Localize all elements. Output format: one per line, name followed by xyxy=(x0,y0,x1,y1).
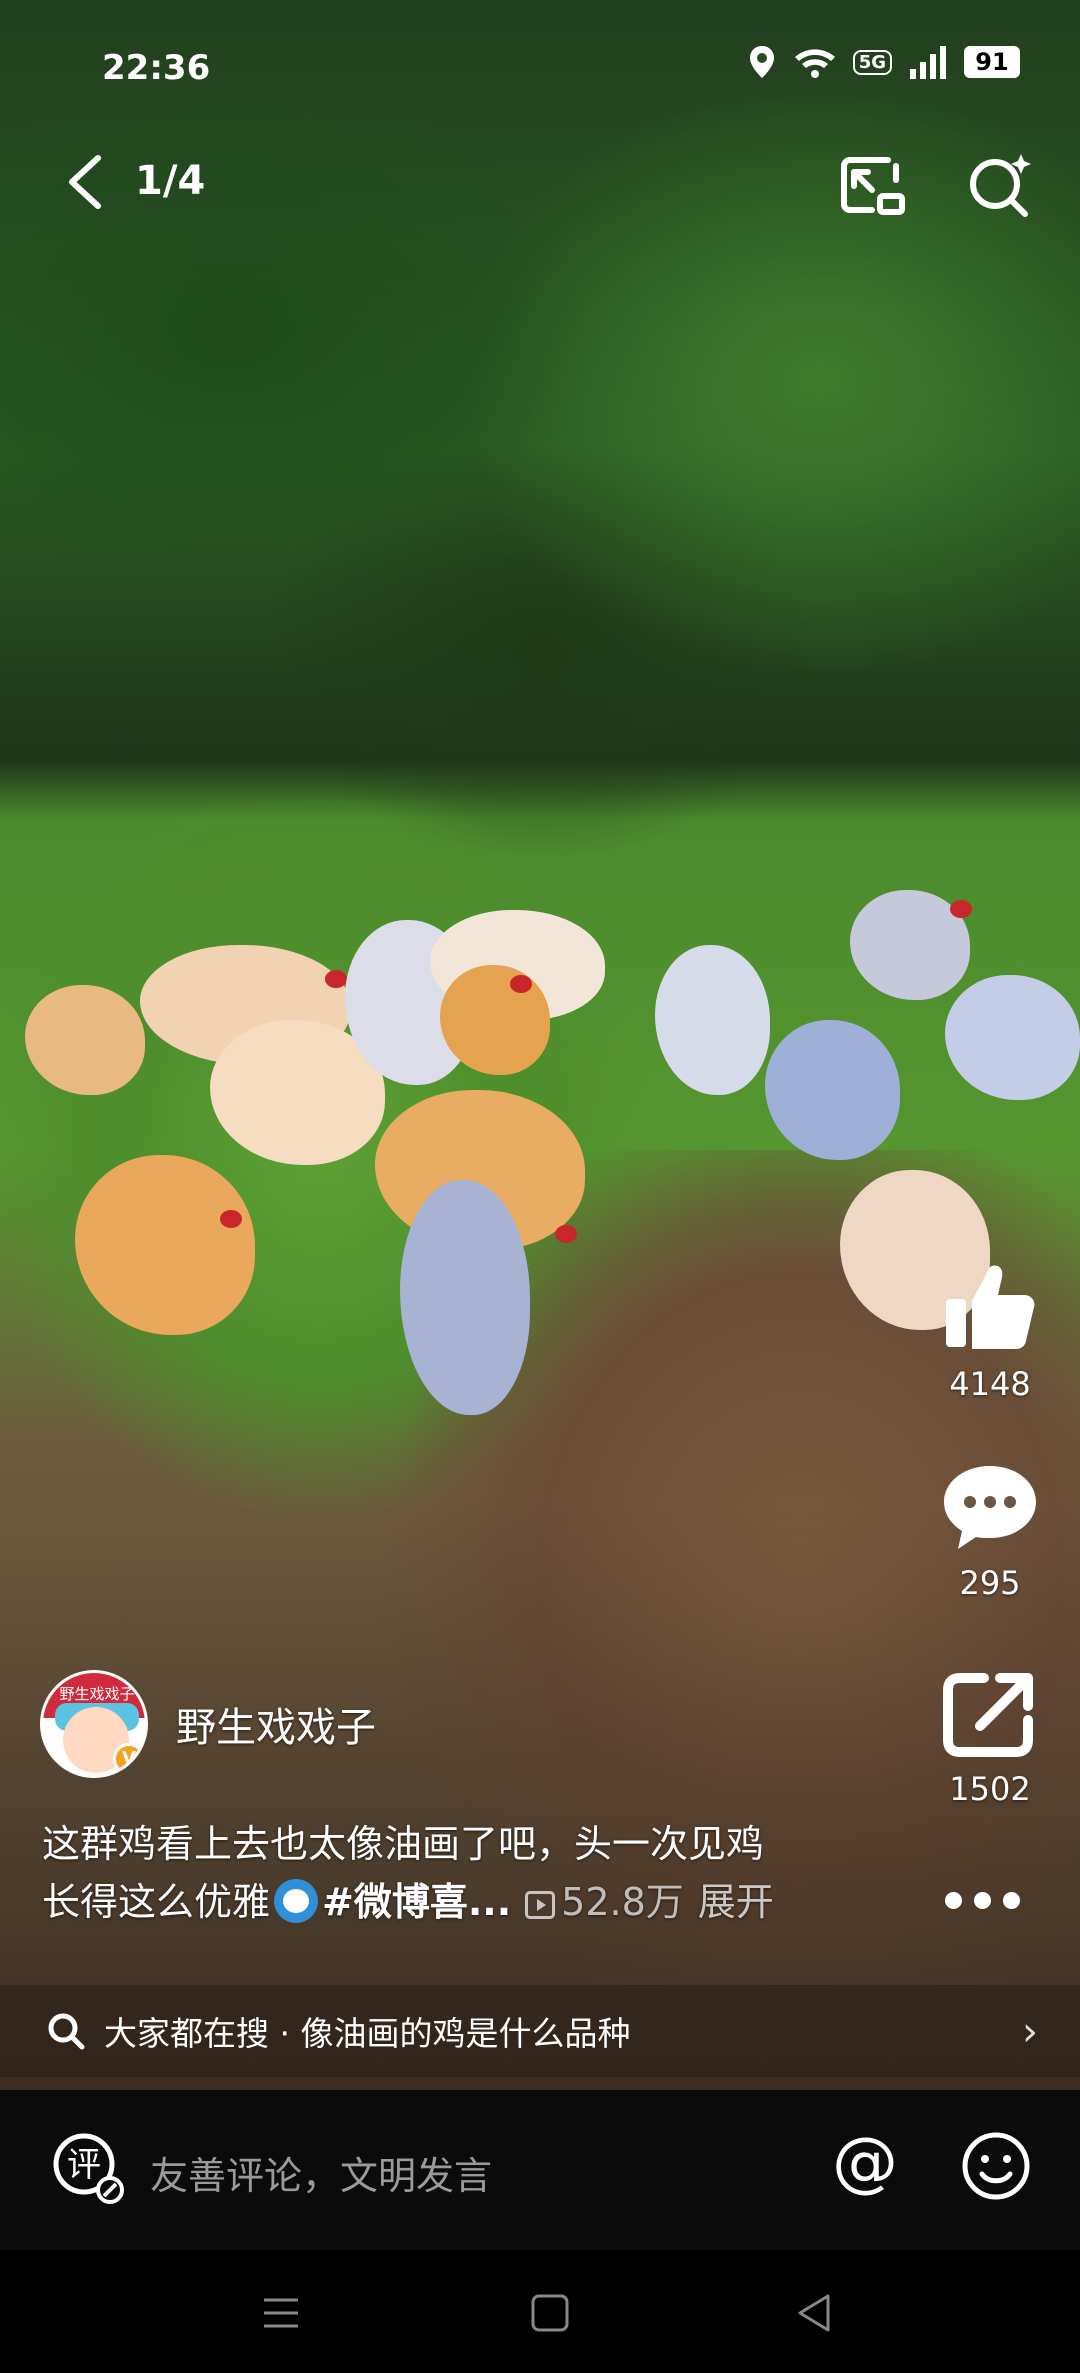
location-icon xyxy=(749,46,774,78)
page-counter: 1/4 xyxy=(135,158,206,204)
search-icon xyxy=(48,2013,85,2050)
share-count: 1502 xyxy=(949,1770,1031,1808)
signal-icon xyxy=(910,46,946,79)
emoji-icon[interactable] xyxy=(960,2130,1032,2202)
more-options-icon[interactable] xyxy=(945,1880,1035,1920)
verified-badge: V xyxy=(113,1743,145,1775)
menu-nav-icon[interactable] xyxy=(258,2290,304,2336)
post-caption[interactable]: 这群鸡看上去也太像油画了吧，头一次见鸡 长得这么优雅 #微博喜... 52.8万 展开 xyxy=(42,1815,902,1931)
status-icons: 5G 91 xyxy=(747,44,1020,80)
comment-icon-glyph: 评 xyxy=(67,2145,101,2185)
wifi-icon xyxy=(794,49,835,78)
caption-text: 长得这么优雅 xyxy=(42,1880,271,1924)
like-count: 4148 xyxy=(949,1365,1031,1403)
battery-icon: 91 xyxy=(964,46,1020,78)
thumbs-up-icon[interactable] xyxy=(940,1255,1040,1355)
network-type: 5G xyxy=(852,49,892,75)
hen xyxy=(850,890,972,1000)
back-arrow-icon[interactable] xyxy=(60,152,110,212)
expand-link[interactable]: 展开 xyxy=(698,1880,774,1924)
comment-count: 295 xyxy=(959,1564,1021,1602)
search-suggestion-text: 大家都在搜 · 像油画的鸡是什么品种 xyxy=(104,2014,631,2053)
comment-edit-icon[interactable]: 评 xyxy=(50,2130,126,2206)
view-count: 52.8万 xyxy=(525,1880,684,1924)
top-bar: 1/4 xyxy=(0,140,1080,240)
avatar[interactable]: 野生戏戏子 V xyxy=(40,1670,148,1778)
hen xyxy=(945,975,1080,1100)
comment-action[interactable]: 295 xyxy=(930,1462,1050,1602)
caption-line-1: 这群鸡看上去也太像油画了吧，头一次见鸡 xyxy=(42,1822,765,1866)
doraemon-emoji-icon xyxy=(274,1879,319,1923)
like-action[interactable]: 4148 xyxy=(930,1255,1050,1403)
hashtag-link[interactable]: #微博喜... xyxy=(322,1880,511,1924)
comment-input-bar: 评 友善评论，文明发言 @ xyxy=(0,2090,1080,2250)
avatar-cap-text: 野生戏戏子 xyxy=(59,1685,135,1703)
author-row[interactable]: 野生戏戏子 V 野生戏戏子 xyxy=(40,1670,376,1778)
chevron-right-icon: › xyxy=(1022,2009,1038,2055)
caption-line-2: 长得这么优雅 #微博喜... 52.8万 展开 xyxy=(42,1873,902,1931)
picture-in-picture-icon[interactable] xyxy=(838,152,908,222)
share-icon[interactable] xyxy=(940,1668,1040,1760)
svg-text:@: @ xyxy=(832,2130,898,2200)
author-name[interactable]: 野生戏戏子 xyxy=(176,1695,376,1753)
share-action[interactable]: 1502 xyxy=(930,1668,1050,1808)
system-nav-bar xyxy=(0,2250,1080,2373)
comment-input[interactable]: 友善评论，文明发言 xyxy=(150,2145,492,2200)
play-count-icon xyxy=(525,1891,556,1919)
back-nav-icon[interactable] xyxy=(792,2290,838,2336)
search-sparkle-icon[interactable] xyxy=(965,150,1035,220)
status-time: 22:36 xyxy=(102,48,211,88)
at-mention-icon[interactable]: @ xyxy=(830,2130,900,2200)
search-suggestion-bar[interactable]: 大家都在搜 · 像油画的鸡是什么品种 › xyxy=(0,1985,1080,2077)
comment-bubble-icon[interactable] xyxy=(940,1462,1040,1554)
home-nav-icon[interactable] xyxy=(527,2290,573,2336)
status-bar: 22:36 5G 91 xyxy=(0,0,1080,140)
